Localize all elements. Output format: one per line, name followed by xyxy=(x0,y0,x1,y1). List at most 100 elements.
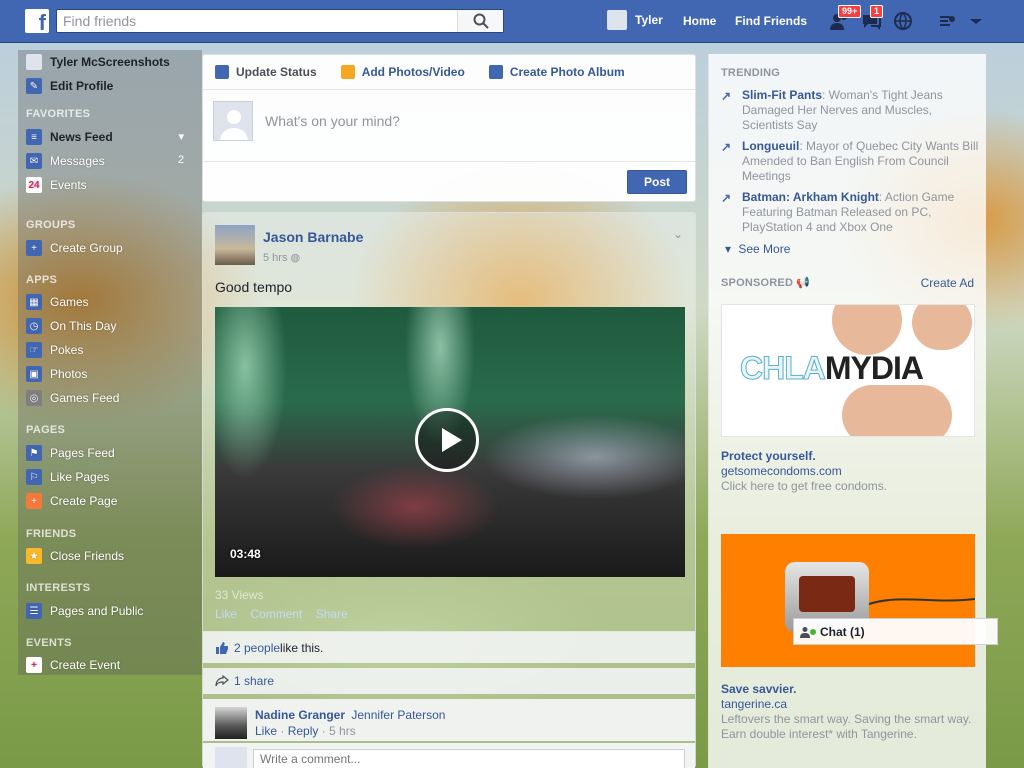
commenter-avatar[interactable] xyxy=(215,707,247,739)
sidebar-item-photos[interactable]: ▣ Photos xyxy=(26,365,87,383)
ad-description: Click here to get free condoms. xyxy=(721,479,888,493)
sidebar-item-label: Create Page xyxy=(50,494,118,508)
sidebar-section-favorites: FAVORITES xyxy=(26,108,91,120)
sidebar-item-label: Close Friends xyxy=(50,549,125,563)
trending-title: Longueuil xyxy=(742,139,800,153)
home-link[interactable]: Home xyxy=(683,14,716,28)
privacy-shortcuts-button[interactable] xyxy=(938,10,962,32)
comment-body: Nadine Granger Jennifer Paterson xyxy=(255,708,445,722)
sidebar-item-close-friends[interactable]: ★ Close Friends xyxy=(26,547,124,565)
notifications-button[interactable] xyxy=(892,10,916,32)
search-button[interactable] xyxy=(457,10,503,32)
sidebar-item-messages[interactable]: ✉ Messages xyxy=(26,152,105,170)
ad-text-2[interactable]: Save savvier. tangerine.ca Leftovers the… xyxy=(721,682,979,742)
sidebar-item-pages-and-public[interactable]: ☰ Pages and Public xyxy=(26,602,143,620)
ad-image-wordmark: CHLAMYDIA xyxy=(740,350,924,387)
clock-icon: ◷ xyxy=(26,318,42,334)
tab-add-photos-video[interactable]: Add Photos/Video xyxy=(340,65,465,79)
trending-item[interactable]: ↗ Slim-Fit Pants: Woman's Tight Jeans Da… xyxy=(721,88,979,133)
profile-link[interactable]: Tyler xyxy=(607,10,663,30)
commenter-name[interactable]: Nadine Granger xyxy=(255,708,345,722)
ad-description: Leftovers the smart way. Saving the smar… xyxy=(721,712,972,741)
sponsored-heading: SPONSORED 📢 xyxy=(721,276,810,289)
sidebar-item-label: Messages xyxy=(50,154,105,168)
story-time: 5 hrs xyxy=(263,252,288,264)
comment-reply-link[interactable]: Reply xyxy=(288,724,319,738)
ad-image-tangerine[interactable] xyxy=(721,534,975,667)
sidebar-item-create-page[interactable]: + Create Page xyxy=(26,492,117,510)
story-timestamp[interactable]: 5 hrs ◍ xyxy=(263,251,300,264)
comment-like-link[interactable]: Like xyxy=(255,724,277,738)
composer-input-area[interactable]: What's on your mind? xyxy=(213,101,400,141)
sidebar-item-games-feed[interactable]: ◎ Games Feed xyxy=(26,389,119,407)
post-button[interactable]: Post xyxy=(627,170,687,194)
sidebar-item-label: On This Day xyxy=(50,319,117,333)
messages-count: 2 xyxy=(177,154,184,166)
search-input[interactable] xyxy=(57,10,457,32)
news-feed-options-icon[interactable]: ▾ xyxy=(178,130,184,143)
megaphone-icon: 📢 xyxy=(796,277,811,289)
likes-suffix: like this. xyxy=(280,640,324,655)
messages-badge: 1 xyxy=(870,5,884,18)
trending-title: Batman: Arkham Knight xyxy=(742,190,879,204)
shares-link[interactable]: 1 share xyxy=(234,674,274,688)
search-icon xyxy=(473,13,489,29)
video-player[interactable]: 03:48 xyxy=(215,307,685,577)
news-feed-icon: ≡ xyxy=(26,129,42,145)
comment-mention[interactable]: Jennifer Paterson xyxy=(351,708,445,722)
sidebar-edit-profile[interactable]: ✎ Edit Profile xyxy=(26,77,113,95)
story-author[interactable]: Jason Barnabe xyxy=(263,229,363,245)
trending-item[interactable]: ↗ Longueuil: Mayor of Quebec City Wants … xyxy=(721,139,979,184)
story-options-chevron-icon[interactable]: ⌄ xyxy=(673,227,683,241)
composer-placeholder: What's on your mind? xyxy=(265,113,400,129)
sidebar-item-create-group[interactable]: + Create Group xyxy=(26,239,123,257)
chat-bar[interactable]: Chat (1) xyxy=(793,618,998,645)
games-icon: ▦ xyxy=(26,294,42,310)
sidebar-item-games[interactable]: ▦ Games xyxy=(26,293,89,311)
sidebar-item-label: Pages Feed xyxy=(50,446,115,460)
ad-title: Save savvier. xyxy=(721,682,797,696)
person-icon xyxy=(800,626,810,638)
sidebar-item-like-pages[interactable]: ⚐ Like Pages xyxy=(26,468,109,486)
account-menu-button[interactable] xyxy=(966,10,990,32)
share-link[interactable]: Share xyxy=(316,607,348,621)
top-navigation-bar: f Tyler Home Find Friends 99+ 1 xyxy=(0,0,1024,43)
comment-input[interactable] xyxy=(253,749,685,768)
facebook-logo[interactable]: f xyxy=(25,9,49,33)
comment-link[interactable]: Comment xyxy=(250,607,302,621)
sidebar-item-events[interactable]: 24 Events xyxy=(26,176,87,194)
see-more-link[interactable]: ▾ See More xyxy=(725,242,790,256)
default-profile-icon xyxy=(220,110,248,140)
trending-item[interactable]: ↗ Batman: Arkham Knight: Action Game Fea… xyxy=(721,190,979,235)
find-friends-link[interactable]: Find Friends xyxy=(735,14,807,28)
profile-avatar-icon xyxy=(26,54,42,70)
flag-icon: ⚐ xyxy=(26,469,42,485)
sidebar-item-pokes[interactable]: ☞ Pokes xyxy=(26,341,83,359)
sidebar-profile[interactable]: Tyler McScreenshots xyxy=(26,53,170,71)
sidebar-item-news-feed[interactable]: ≡ News Feed xyxy=(26,128,113,146)
ad-image-chlamydia[interactable]: CHLAMYDIA xyxy=(721,304,975,437)
play-icon[interactable] xyxy=(415,408,479,472)
comment-time[interactable]: 5 hrs xyxy=(329,724,356,738)
friend-requests-button[interactable]: 99+ xyxy=(828,5,862,32)
tab-create-photo-album[interactable]: Create Photo Album xyxy=(488,65,625,79)
photo-icon xyxy=(340,65,355,79)
likers-link[interactable]: 2 people xyxy=(234,641,280,655)
sidebar-profile-name: Tyler McScreenshots xyxy=(50,55,170,69)
ad-text-1[interactable]: Protect yourself. getsomecondoms.com Cli… xyxy=(721,449,979,494)
messages-button[interactable]: 1 xyxy=(860,5,884,32)
sidebar-item-label: Games xyxy=(50,295,89,309)
sidebar-item-create-event[interactable]: + Create Event xyxy=(26,656,120,674)
sidebar-item-on-this-day[interactable]: ◷ On This Day xyxy=(26,317,116,335)
like-link[interactable]: Like xyxy=(215,607,237,621)
tab-update-status[interactable]: Update Status xyxy=(215,65,317,79)
globe-icon xyxy=(894,12,912,30)
author-avatar[interactable] xyxy=(215,225,255,265)
online-indicator-icon xyxy=(810,628,816,635)
feed-story: Jason Barnabe 5 hrs ◍ ⌄ Good tempo 03:48… xyxy=(202,212,696,768)
photos-icon: ▣ xyxy=(26,366,42,382)
create-ad-link[interactable]: Create Ad xyxy=(921,276,974,290)
avatar xyxy=(607,10,627,30)
story-message: Good tempo xyxy=(215,279,293,295)
sidebar-item-pages-feed[interactable]: ⚑ Pages Feed xyxy=(26,444,115,462)
